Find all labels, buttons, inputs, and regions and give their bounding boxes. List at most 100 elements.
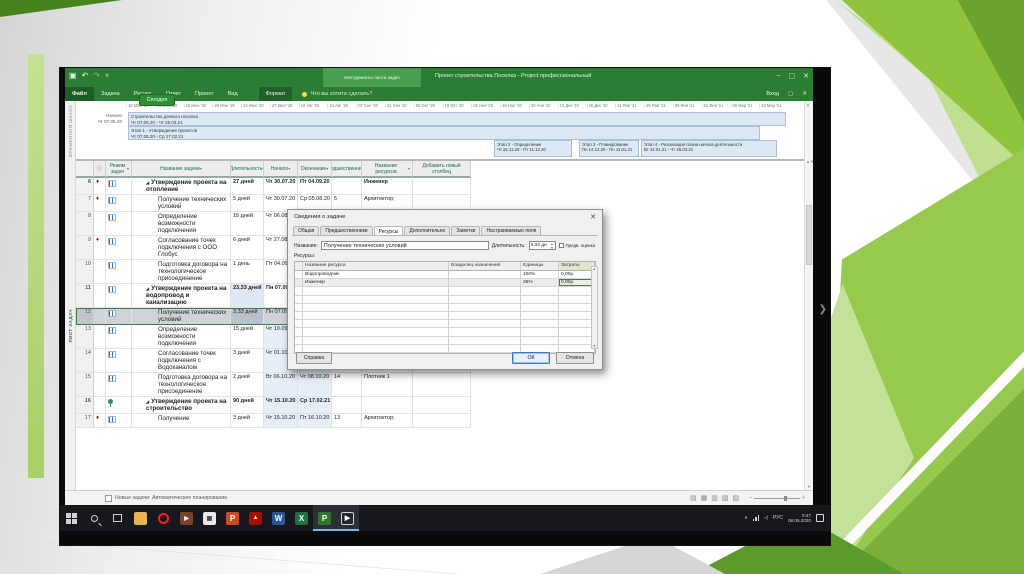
empty-row[interactable] <box>295 295 595 304</box>
close-button[interactable]: ✕ <box>803 72 809 80</box>
ribbon-close-icon[interactable]: ✕ <box>802 91 807 97</box>
col-add-new[interactable]: Добавить новый столбец <box>413 161 471 178</box>
media-app-button[interactable]: ▶ <box>175 505 198 531</box>
file-explorer-button[interactable] <box>129 505 152 531</box>
timeline-bar-stage3[interactable]: Этап 3 - Планирование Пн 14.12.20 - Пн 11… <box>579 140 639 157</box>
restore-button[interactable]: ▢ <box>789 72 796 80</box>
col-predecessors[interactable]: Предшественники <box>332 161 362 178</box>
zoom-handle[interactable] <box>783 495 787 501</box>
team-view-icon[interactable]: ▥ <box>711 494 718 502</box>
cancel-button[interactable]: Отмена <box>556 352 594 364</box>
network-icon[interactable] <box>752 515 760 521</box>
col-resources[interactable]: Название ресурсов <box>362 161 413 178</box>
grid-col-units[interactable]: Единицы <box>521 262 559 271</box>
minimize-button[interactable]: – <box>777 72 781 80</box>
grid-col-cost[interactable]: Затраты <box>559 262 595 271</box>
scroll-up-icon[interactable]: ▲ <box>593 267 597 271</box>
timeline-bar-stage2[interactable]: Этап 2 - Определение Чт 26.11.20 - Пт 11.… <box>494 140 572 157</box>
dialog-close-icon[interactable]: ✕ <box>590 213 596 221</box>
tasksheet-pane-label[interactable]: ЛИСТ ЗАДАЧ <box>65 161 76 490</box>
tray-expand-icon[interactable]: ∧ <box>744 515 748 521</box>
resource-row-selected[interactable]: Инженер 25% 0,00р. <box>295 279 595 288</box>
dialog-tab-notes[interactable]: Заметки <box>451 226 481 235</box>
scroll-split-icon[interactable]: ▲▼ <box>806 159 814 164</box>
task-view-button[interactable] <box>106 505 129 531</box>
undo-icon[interactable]: ↶ <box>82 71 89 80</box>
empty-row[interactable] <box>295 311 595 321</box>
zoom-out-icon[interactable]: – <box>749 495 752 501</box>
scroll-down-icon[interactable]: ▼ <box>593 344 597 348</box>
zoom-in-icon[interactable]: + <box>802 495 805 501</box>
acrobat-button[interactable]: ▲ <box>244 505 267 531</box>
usage-view-icon[interactable]: ▦ <box>701 494 708 502</box>
search-button[interactable] <box>83 505 106 531</box>
zoom-slider[interactable]: – + <box>749 495 805 501</box>
start-button[interactable] <box>60 505 83 531</box>
empty-row[interactable] <box>295 303 595 312</box>
task-name-input[interactable]: Получение технических условий <box>320 241 489 250</box>
timeline-bar-stage1[interactable]: Этап 1 - Утверждение проектов Чт 07.05.20… <box>128 126 760 140</box>
video-player-button[interactable]: ▶ <box>336 505 359 531</box>
calculator-button[interactable]: ▦ <box>198 505 221 531</box>
select-all-corner[interactable] <box>76 161 94 178</box>
empty-row[interactable] <box>295 287 595 296</box>
help-button[interactable]: Справка <box>296 352 332 364</box>
resource-row[interactable]: Водопроводчик 100% 0,00р. <box>295 271 595 280</box>
redo-icon[interactable]: ↷ <box>93 71 100 80</box>
sheet-view-icon[interactable]: ▧ <box>722 494 729 502</box>
spinner-arrows-icon[interactable]: ▲ ▼ <box>550 242 555 250</box>
ribbon-display-icon[interactable]: ▢ <box>788 91 793 97</box>
word-button[interactable]: W <box>267 505 290 531</box>
volume-icon[interactable]: ◁ <box>764 515 768 521</box>
task-row[interactable]: 15 Подготовка договора на технологическо… <box>76 373 471 397</box>
scroll-down-icon[interactable]: ▼ <box>807 484 811 489</box>
ribbon-tab[interactable]: Проект <box>188 87 220 101</box>
task-row[interactable]: 16 Утверждение проекта на строительство … <box>76 397 471 414</box>
project-button[interactable]: P <box>313 505 336 531</box>
today-button[interactable]: Сегодня <box>140 95 174 105</box>
opera-button[interactable] <box>152 505 175 531</box>
clock[interactable]: 0:47 08.05.2020 <box>788 513 811 524</box>
timeline-pane-label[interactable]: ВРЕМЕННАЯ ШКАЛА <box>65 101 76 161</box>
powerpoint-button[interactable]: P <box>221 505 244 531</box>
status-text[interactable]: Новые задачи: Автоматическое планировани… <box>115 495 227 501</box>
tell-me-box[interactable]: Что вы хотите сделать? <box>302 91 372 97</box>
vertical-scrollbar[interactable]: ▲ ▲▼ ▼ <box>804 101 814 490</box>
excel-button[interactable]: X <box>290 505 313 531</box>
timeline-bar-project[interactable]: Строительство дачного поселка Чт 07.05.20… <box>128 112 786 126</box>
sign-in-link[interactable]: Вход <box>766 91 779 97</box>
col-mode[interactable]: Режим задач <box>106 161 132 178</box>
ribbon-tab[interactable]: Вид <box>220 87 244 101</box>
action-center-icon[interactable] <box>816 514 824 522</box>
estimated-checkbox[interactable]: Предв. оценка <box>558 243 595 248</box>
ok-button[interactable]: ОК <box>512 352 550 364</box>
empty-row[interactable] <box>295 320 595 329</box>
dialog-scrollbar[interactable]: ▲ ▼ <box>591 266 598 349</box>
col-name[interactable]: Название задачи <box>132 161 231 178</box>
dialog-tab-advanced[interactable]: Дополнительно <box>404 226 451 235</box>
col-finish[interactable]: Окончание <box>298 161 332 178</box>
col-duration[interactable]: Длительность <box>231 161 264 178</box>
dialog-tab-custom-fields[interactable]: Настраиваемые поля <box>481 226 542 235</box>
report-view-icon[interactable]: ▨ <box>732 494 739 502</box>
col-start[interactable]: Начало <box>264 161 298 178</box>
dialog-tab-general[interactable]: Общая <box>293 226 320 235</box>
tab-file[interactable]: Файл <box>65 87 94 101</box>
dialog-tab-predecessors[interactable]: Предшественники <box>320 226 373 235</box>
grid-col-owner[interactable]: Владелец назначения <box>449 262 521 271</box>
task-row[interactable]: 6 Утверждение проекта на отопление 27 дн… <box>76 178 471 195</box>
timeline-pane[interactable]: 18 Май '20 01 Июн '20 15 Июн '20 29 Июн '20… <box>76 101 804 161</box>
duration-spinner[interactable]: 3,33 дн ▲ ▼ <box>528 241 556 250</box>
ribbon-tab[interactable]: Задача <box>94 87 127 101</box>
empty-row[interactable] <box>295 328 595 337</box>
col-info[interactable]: ⓘ <box>94 161 106 178</box>
qat-customize-icon[interactable]: ▾ <box>105 71 109 80</box>
grid-col-resource[interactable]: Название ресурса <box>303 262 449 271</box>
tab-format-active[interactable]: Формат <box>258 87 293 101</box>
task-row[interactable]: 17 Получение 3 дней Чт 15.10.20 Пт 16.10… <box>76 414 471 428</box>
language-indicator[interactable]: РУС <box>773 515 783 521</box>
gantt-view-icon[interactable]: ▤ <box>690 494 697 502</box>
scrollbar-thumb[interactable] <box>806 205 812 265</box>
timeline-bar-stage4[interactable]: Этап 4 - Реализация плана начала деятель… <box>641 140 777 157</box>
scroll-up-icon[interactable]: ▲ <box>806 102 810 107</box>
